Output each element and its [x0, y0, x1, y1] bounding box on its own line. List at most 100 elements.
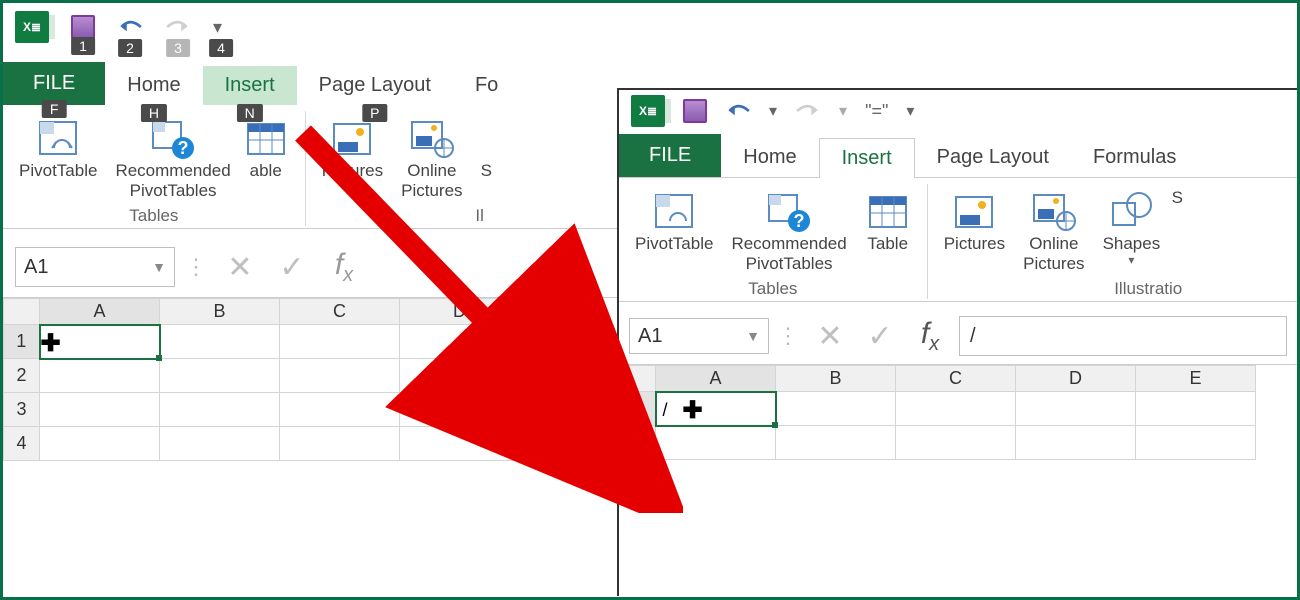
ribbon-group-ill-cut-label: Il: [316, 206, 484, 226]
formula-bar-row-left: A1 ▼ ⋮ ✕ ✓ fx: [3, 229, 617, 297]
tab-formulas-cut[interactable]: Fo: [453, 66, 498, 105]
online-pictures-icon: [409, 115, 455, 161]
tab-home[interactable]: Home H: [105, 66, 202, 105]
ribbon-recpivot-l1: Recommended: [115, 161, 230, 181]
keytip-f: F: [42, 100, 67, 118]
tab-page-layout[interactable]: Page Layout: [915, 138, 1071, 177]
qat-redo[interactable]: 3: [165, 17, 191, 37]
row-header-2[interactable]: 2: [620, 426, 656, 460]
cell-a1[interactable]: ✚: [40, 325, 160, 359]
cell-c1[interactable]: [280, 325, 400, 359]
chevron-down-icon[interactable]: ▾: [769, 101, 777, 121]
cell-a1[interactable]: / ✚: [656, 392, 776, 426]
recommended-pivottables-icon: ?: [766, 188, 812, 234]
excel-window-right: X≣ ▾ ▾ "=" ▾ FILE Home Insert Page Layou…: [617, 88, 1297, 596]
column-header-b[interactable]: B: [776, 366, 896, 392]
column-header-c[interactable]: C: [896, 366, 1016, 392]
keytip-p: P: [362, 104, 387, 122]
keytip-h: H: [141, 104, 167, 122]
qat-save[interactable]: 1: [71, 15, 95, 39]
select-all-corner[interactable]: [4, 299, 40, 325]
name-box[interactable]: A1 ▼: [15, 247, 175, 287]
table-icon: [865, 188, 911, 234]
ribbon-online-pictures[interactable]: Online Pictures: [395, 111, 468, 204]
tab-file[interactable]: FILE F: [3, 62, 105, 105]
ribbon-next-cut[interactable]: S: [1172, 184, 1182, 208]
qat-customize[interactable]: ▾ 4: [213, 17, 222, 38]
ribbon-group-illustrations-cut: Pictures Online Pictures S Il: [306, 111, 494, 226]
column-header-a[interactable]: A: [40, 299, 160, 325]
x-icon: ✕: [227, 250, 252, 285]
row-header-1[interactable]: 1: [4, 325, 40, 359]
formula-cancel[interactable]: ✕: [219, 249, 261, 285]
chevron-down-icon[interactable]: ▾: [839, 101, 847, 121]
row-header-4[interactable]: 4: [4, 427, 40, 461]
pictures-icon: [951, 188, 997, 234]
online-pictures-icon: [1031, 188, 1077, 234]
name-box[interactable]: A1 ▼: [629, 318, 769, 354]
chevron-down-icon: ▼: [152, 259, 166, 275]
tab-page-layout[interactable]: Page Layout P: [297, 66, 453, 105]
ribbon-tabs-right: FILE Home Insert Page Layout Formulas: [619, 134, 1297, 178]
ribbon-body-right: PivotTable ? Recommended PivotTables Tab…: [619, 178, 1297, 302]
tab-insert[interactable]: Insert: [819, 138, 915, 178]
ribbon-pivottable[interactable]: PivotTable: [13, 111, 103, 185]
tab-file[interactable]: FILE: [619, 134, 721, 177]
redo-icon[interactable]: [795, 101, 821, 121]
undo-icon[interactable]: [725, 101, 751, 121]
formula-enter[interactable]: ✓: [271, 249, 313, 285]
insert-function[interactable]: fx: [909, 318, 951, 354]
ribbon-table[interactable]: able: [237, 111, 295, 185]
row-header-3[interactable]: 3: [4, 393, 40, 427]
column-header-d[interactable]: D: [400, 299, 520, 325]
excel-window-left: X≣ 1 2 3 ▾ 4 FILE F Home: [3, 3, 617, 597]
tab-formulas[interactable]: Formulas: [1071, 138, 1198, 177]
ribbon-table[interactable]: Table: [859, 184, 917, 258]
row-header-1[interactable]: 1: [620, 392, 656, 426]
ribbon-online-pictures[interactable]: Online Pictures: [1017, 184, 1090, 277]
cell-b1[interactable]: [160, 325, 280, 359]
save-icon[interactable]: [683, 99, 707, 123]
ribbon-group-tables: PivotTable ? Recommended PivotTables Tab…: [619, 184, 928, 299]
tab-home[interactable]: Home: [721, 138, 818, 177]
fx-icon: fx: [921, 317, 939, 356]
ribbon-recommended-pivottables[interactable]: ? Recommended PivotTables: [109, 111, 236, 204]
select-all-corner[interactable]: [620, 366, 656, 392]
worksheet-grid-left[interactable]: A B C D 1 ✚ 2 3 4: [3, 297, 617, 461]
tab-insert[interactable]: Insert N: [203, 66, 297, 105]
column-header-e[interactable]: E: [1136, 366, 1256, 392]
cell-a1-value: /: [663, 400, 668, 420]
cell[interactable]: [40, 359, 160, 393]
formula-enter[interactable]: ✓: [859, 318, 901, 354]
formula-bar-value: /: [970, 325, 976, 348]
ribbon-tabs-left: FILE F Home H Insert N Page Layout P Fo: [3, 61, 617, 105]
ribbon-shapes-cut[interactable]: S: [475, 111, 492, 185]
cell-d1[interactable]: [400, 325, 520, 359]
pivottable-icon: [35, 115, 81, 161]
ribbon-group-tables-label: Tables: [13, 206, 295, 226]
ribbon-shapes[interactable]: Shapes ▾: [1097, 184, 1167, 271]
ribbon-pictures[interactable]: Pictures: [938, 184, 1011, 258]
ribbon-pictures[interactable]: Pictures: [316, 111, 389, 185]
column-header-b[interactable]: B: [160, 299, 280, 325]
ribbon-recommended-pivottables[interactable]: ? Recommended PivotTables: [725, 184, 852, 277]
formula-cancel[interactable]: ✕: [809, 318, 851, 354]
pivottable-icon: [651, 188, 697, 234]
shapes-icon-cut: [481, 115, 491, 161]
svg-text:?: ?: [794, 211, 805, 231]
formula-bar-input[interactable]: /: [959, 316, 1287, 356]
column-header-a[interactable]: A: [656, 366, 776, 392]
column-header-c[interactable]: C: [280, 299, 400, 325]
worksheet-grid-right[interactable]: A B C D E 1 / ✚ 2: [619, 364, 1297, 460]
tab-file-label: FILE: [33, 72, 75, 94]
ribbon-body-left: PivotTable ? Recommended PivotTables abl…: [3, 105, 617, 229]
chevron-down-icon[interactable]: ▾: [906, 101, 914, 121]
ribbon-online-l1: Online: [407, 161, 456, 181]
x-icon: ✕: [817, 319, 842, 354]
tab-insert-label: Insert: [225, 74, 275, 96]
qat-undo[interactable]: 2: [117, 17, 143, 37]
column-header-d[interactable]: D: [1016, 366, 1136, 392]
ribbon-pivottable[interactable]: PivotTable: [629, 184, 719, 258]
row-header-2[interactable]: 2: [4, 359, 40, 393]
insert-function[interactable]: fx: [323, 249, 365, 285]
